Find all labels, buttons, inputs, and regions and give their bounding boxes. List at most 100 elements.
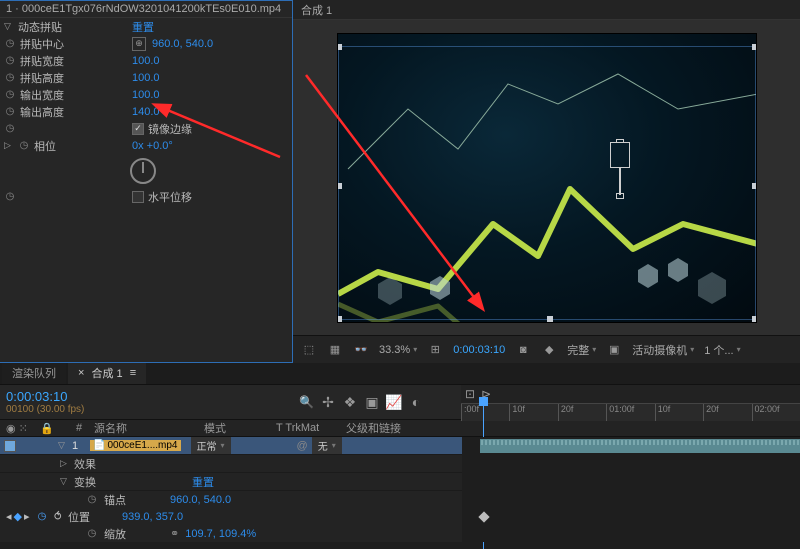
stopwatch-icon[interactable]: ◷ <box>4 106 16 118</box>
twirl-icon[interactable]: ▽ <box>58 440 68 451</box>
col-trkmat[interactable]: T TrkMat <box>276 422 346 434</box>
snapshot-icon[interactable]: ◙ <box>515 342 531 358</box>
prop-value[interactable]: 0x +0.0° <box>132 140 173 152</box>
col-lock-icon[interactable]: 🔒 <box>40 422 52 435</box>
prop-label: 相位 <box>34 138 56 154</box>
stopwatch-icon[interactable]: ◷ <box>86 494 98 506</box>
effects-panel-title: 1 · 000ceE1Tgx076rNdOW3201041200kTEs0E01… <box>0 1 292 18</box>
prop-label: 拼贴宽度 <box>20 53 64 69</box>
camera-icon[interactable] <box>610 142 630 168</box>
search-icon[interactable]: 🔍 <box>299 395 314 409</box>
stopwatch-icon[interactable]: ◷ <box>36 511 48 523</box>
col-source-name[interactable]: 源名称 <box>94 420 204 436</box>
zoom-dropdown[interactable]: 33.3%▾ <box>379 344 417 356</box>
timeline-tracks[interactable] <box>462 437 800 542</box>
transform-reset[interactable]: 重置 <box>192 474 214 490</box>
prop-value-highlighted[interactable]: 140.0 <box>132 106 160 118</box>
prev-key-icon[interactable]: ◂ <box>6 510 12 523</box>
motion-blur-icon[interactable]: ◐ <box>408 394 424 410</box>
layer-row[interactable]: ▽ 1 📄 000ceE1....mp4 正常 ▾ @ 无 ▾ <box>0 437 462 455</box>
effect-name[interactable]: 动态拼贴 <box>18 19 62 35</box>
stopwatch-icon[interactable]: ◷ <box>4 55 16 67</box>
preview-time[interactable]: 0:00:03:10 <box>453 344 505 356</box>
layer-name-chip[interactable]: 📄 000ceE1....mp4 <box>90 440 181 451</box>
effect-reset-link[interactable]: 重置 <box>132 19 154 35</box>
ruler-tick: :00f <box>461 404 509 421</box>
prop-value[interactable]: 939.0, 357.0 <box>122 511 183 523</box>
camera-dropdown[interactable]: 活动摄像机▾ <box>632 342 694 358</box>
next-key-icon[interactable]: ▸ <box>24 510 30 523</box>
view-layout-icon[interactable]: ▣ <box>606 342 622 358</box>
layers-icon[interactable]: ❖ <box>342 394 358 410</box>
tab-composition[interactable]: × 合成 1 ≡ <box>68 362 146 384</box>
effects-group[interactable]: 效果 <box>74 456 96 472</box>
checkbox-label: 镜像边缘 <box>148 121 192 137</box>
ruler-tick: 01:00f <box>606 404 654 421</box>
prop-value[interactable]: 109.7, 109.4% <box>185 528 256 540</box>
tab-render-queue[interactable]: 渲染队列 <box>2 362 66 384</box>
ruler-tick: 02:00f <box>752 404 800 421</box>
prop-value[interactable]: 100.0 <box>132 72 160 84</box>
prop-label: 输出宽度 <box>20 87 64 103</box>
ruler-tick: 10f <box>655 404 703 421</box>
prop-label: 输出高度 <box>20 104 64 120</box>
col-mode[interactable]: 模式 <box>204 420 276 436</box>
prop-label: 拼贴高度 <box>20 70 64 86</box>
grid-icon[interactable]: ▦ <box>327 342 343 358</box>
twirl-icon[interactable]: ▷ <box>60 458 70 469</box>
keyframe-nav-icon[interactable]: ⊡ <box>465 387 475 401</box>
checkbox[interactable] <box>132 191 144 203</box>
prop-value[interactable]: 100.0 <box>132 89 160 101</box>
time-ruler[interactable]: :00f 10f 20f 01:00f 10f 20f 02:00f <box>461 403 800 421</box>
graph-icon[interactable]: 📈 <box>386 394 402 410</box>
angle-control[interactable] <box>130 158 156 184</box>
prop-value[interactable]: 100.0 <box>132 55 160 67</box>
resolution-icon[interactable]: ⊞ <box>427 342 443 358</box>
checkbox-label: 水平位移 <box>148 189 192 205</box>
prop-value[interactable]: 960.0, 540.0 <box>170 494 231 506</box>
monitor-icon[interactable]: ⬚ <box>301 342 317 358</box>
viewer-tab[interactable]: 合成 1 <box>301 2 332 18</box>
stopwatch-icon[interactable]: ◷ <box>4 123 16 135</box>
parent-dropdown[interactable]: 无 ▾ <box>312 437 342 454</box>
blend-mode-dropdown[interactable]: 正常 ▾ <box>191 437 231 454</box>
twirl-icon[interactable]: ▽ <box>60 476 70 487</box>
current-time[interactable]: 0:00:03:10 <box>6 389 287 404</box>
col-parent[interactable]: 父级和链接 <box>346 420 458 436</box>
stopwatch-icon[interactable]: ◷ <box>4 191 16 203</box>
stopwatch-icon[interactable]: ◷ <box>4 38 16 50</box>
composition-canvas[interactable] <box>337 33 757 323</box>
bounding-box[interactable] <box>338 46 756 320</box>
transform-group[interactable]: 变换 <box>74 474 96 490</box>
col-av[interactable]: ◉ ⁙ <box>0 422 40 435</box>
views-dropdown[interactable]: 1 个...▾ <box>704 342 740 358</box>
visibility-toggle[interactable] <box>4 440 16 452</box>
stopwatch-icon[interactable]: ◷ <box>4 89 16 101</box>
checkbox[interactable]: ✓ <box>132 123 144 135</box>
color-icon[interactable]: ◆ <box>541 342 557 358</box>
layer-duration-bar[interactable] <box>480 439 800 453</box>
ruler-tick: 20f <box>703 404 751 421</box>
twirl-icon[interactable]: ▽ <box>4 21 14 32</box>
twirl-icon[interactable]: ▷ <box>4 140 14 151</box>
prop-label: 缩放 <box>104 526 164 542</box>
add-key-icon[interactable]: ◆ <box>14 510 22 523</box>
glasses-icon[interactable]: 👓 <box>353 342 369 358</box>
stopwatch-icon[interactable]: ◷ <box>86 528 98 540</box>
fx-icon[interactable]: ▣ <box>364 394 380 410</box>
prop-label: 位置 <box>68 509 116 525</box>
ruler-tick: 10f <box>509 404 557 421</box>
ruler-tick: 20f <box>558 404 606 421</box>
prop-value[interactable]: 960.0, 540.0 <box>152 38 213 50</box>
layer-index: 1 <box>72 440 86 452</box>
viewer-area[interactable] <box>293 20 800 335</box>
stopwatch-icon[interactable]: ◷ <box>18 140 30 152</box>
prop-label: 拼贴中心 <box>20 36 64 52</box>
crosshair-icon[interactable]: ⊕ <box>132 37 146 51</box>
stopwatch-icon[interactable]: ◷ <box>4 72 16 84</box>
prop-label: 锚点 <box>104 492 164 508</box>
quality-dropdown[interactable]: 完整▾ <box>567 342 596 358</box>
keyframe-diamond[interactable] <box>478 511 489 522</box>
shy-icon[interactable]: ✢ <box>320 394 336 410</box>
pickwhip-icon[interactable]: @ <box>297 440 308 452</box>
